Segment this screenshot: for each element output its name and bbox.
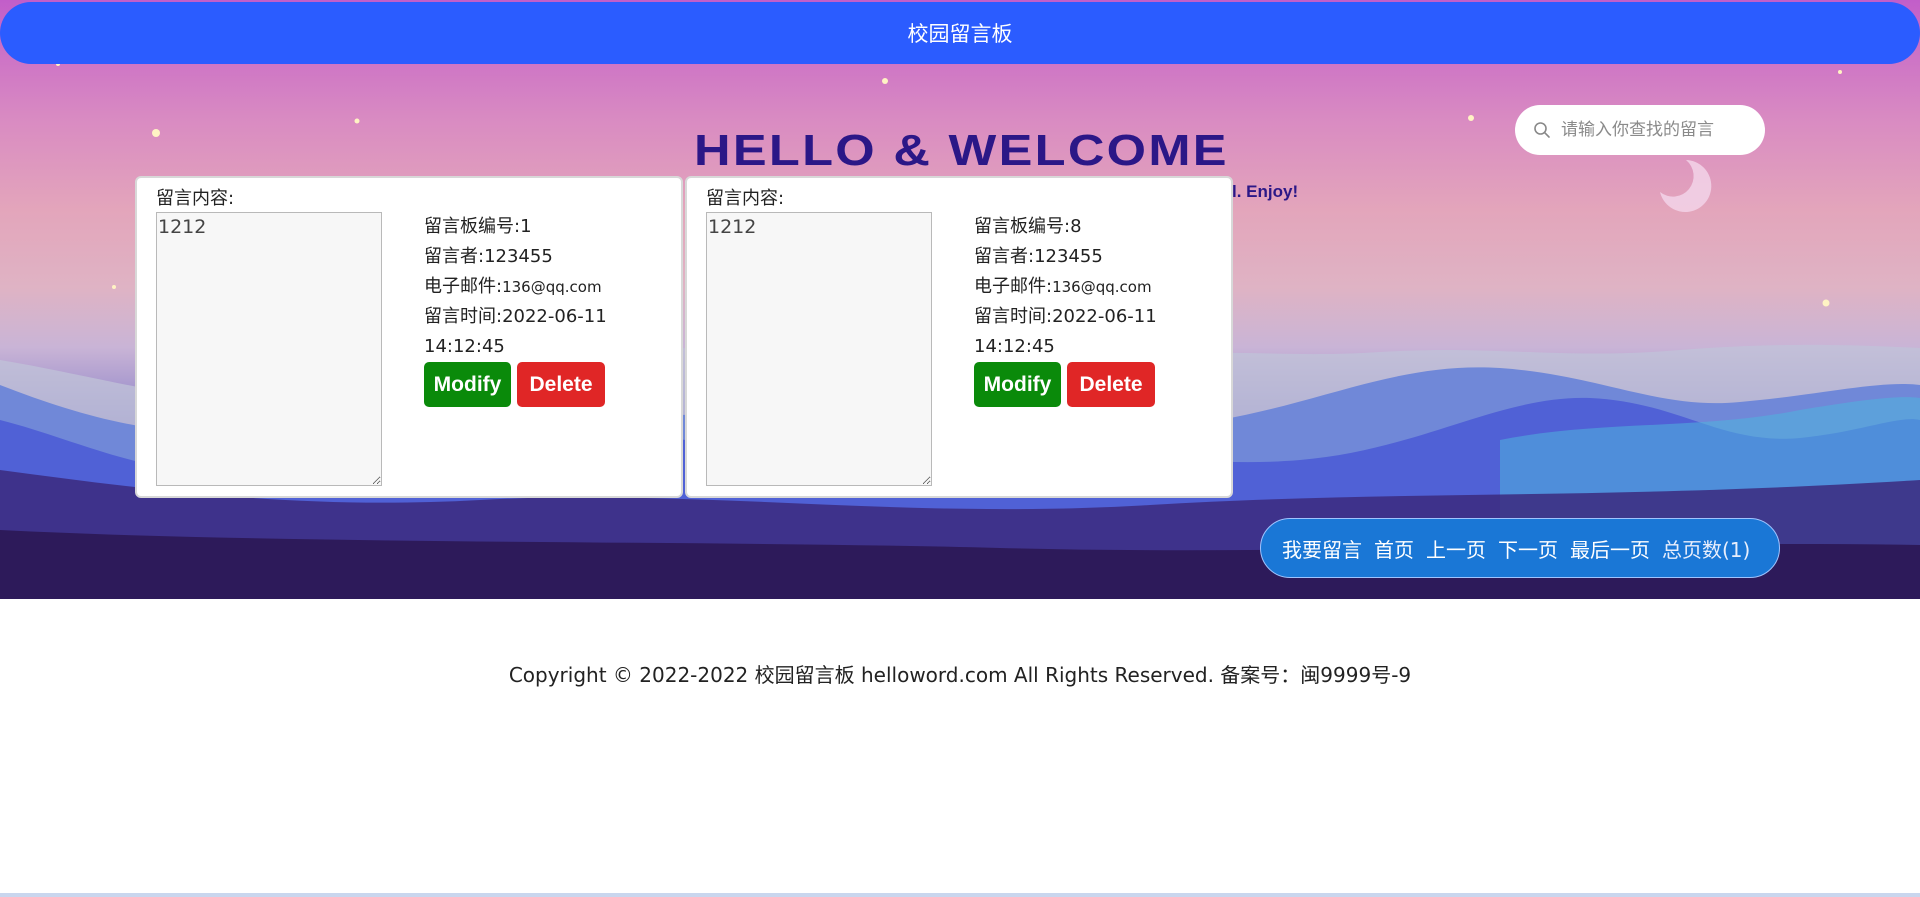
board-id: 留言板编号:8: [974, 216, 1082, 237]
delete-button[interactable]: Delete: [517, 362, 605, 407]
star: [1822, 299, 1830, 307]
hero-banner: HELLO & WELCOME l. Enjoy! 留言内容: 1212 留言板…: [0, 0, 1920, 599]
message-card: 留言内容: 1212 留言板编号:1 留言者:123455 电子邮件:136@q…: [135, 176, 683, 498]
author: 留言者:123455: [424, 246, 553, 267]
modify-button[interactable]: Modify: [974, 362, 1061, 407]
last-page-link[interactable]: 最后一页: [1570, 534, 1650, 563]
message-content-textarea[interactable]: 1212: [706, 212, 932, 486]
app-header: 校园留言板: [0, 2, 1920, 64]
card-actions: Modify Delete: [974, 362, 1155, 407]
search-icon: [1534, 122, 1550, 138]
search-box[interactable]: [1515, 105, 1765, 155]
time-date: 留言时间:2022-06-11: [424, 306, 607, 327]
star: [354, 118, 360, 124]
message-info: 留言板编号:1 留言者:123455 电子邮件:136@qq.com 留言时间:…: [424, 212, 654, 362]
prev-page-link[interactable]: 上一页: [1426, 534, 1486, 563]
time-clock: 14:12:45: [424, 336, 505, 357]
time-clock: 14:12:45: [974, 336, 1055, 357]
delete-button[interactable]: Delete: [1067, 362, 1155, 407]
next-page-link[interactable]: 下一页: [1498, 534, 1558, 563]
star: [882, 78, 888, 84]
first-page-link[interactable]: 首页: [1374, 534, 1414, 563]
footer-copyright: Copyright © 2022-2022 校园留言板 helloword.co…: [508, 663, 1412, 687]
message-info: 留言板编号:8 留言者:123455 电子邮件:136@qq.com 留言时间:…: [974, 212, 1204, 362]
board-id: 留言板编号:1: [424, 216, 532, 237]
message-content-textarea[interactable]: 1212: [156, 212, 382, 486]
modify-button[interactable]: Modify: [424, 362, 511, 407]
total-pages: 总页数(1): [1662, 537, 1751, 562]
author: 留言者:123455: [974, 246, 1103, 267]
card-actions: Modify Delete: [424, 362, 605, 407]
email-row: 电子邮件:136@qq.com: [974, 272, 1204, 302]
content-label: 留言内容:: [156, 188, 235, 209]
star: [112, 285, 116, 289]
welcome-heading: HELLO & WELCOME: [694, 126, 1229, 175]
star: [152, 129, 160, 137]
star: [1468, 115, 1474, 121]
star: [1838, 70, 1842, 74]
message-card: 留言内容: 1212 留言板编号:8 留言者:123455 电子邮件:136@q…: [685, 176, 1233, 498]
welcome-subtitle: l. Enjoy!: [1232, 182, 1299, 201]
pagination-bar: 我要留言 首页 上一页 下一页 最后一页 总页数(1): [1260, 518, 1780, 578]
email-value: 136@qq.com: [1052, 278, 1152, 296]
email-value: 136@qq.com: [502, 278, 602, 296]
email-label: 电子邮件:: [424, 276, 503, 297]
site-title: 校园留言板: [907, 22, 1013, 46]
search-input[interactable]: [1561, 120, 1726, 140]
time-date: 留言时间:2022-06-11: [974, 306, 1157, 327]
email-row: 电子邮件:136@qq.com: [424, 272, 654, 302]
bottom-divider: [0, 893, 1920, 897]
email-label: 电子邮件:: [974, 276, 1053, 297]
post-message-link[interactable]: 我要留言: [1282, 534, 1362, 563]
moon-icon: [1660, 160, 1712, 212]
content-label: 留言内容:: [706, 188, 785, 209]
